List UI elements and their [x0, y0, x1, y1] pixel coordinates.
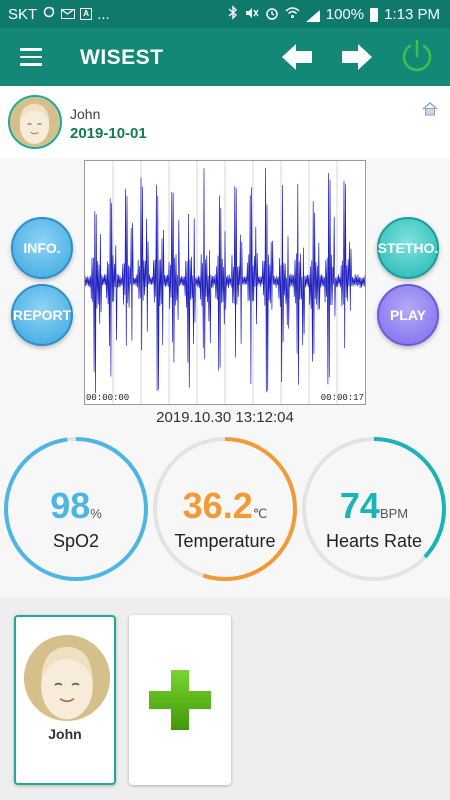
temperature-label: Temperature: [174, 531, 276, 551]
carrier-label: SKT: [8, 5, 38, 23]
stethoscope-waveform[interactable]: 00:00:00 00:00:17: [84, 160, 366, 405]
play-button[interactable]: PLAY: [377, 284, 439, 346]
app-title: WISEST: [80, 46, 164, 69]
spo2-unit: %: [90, 506, 102, 521]
stetho-button[interactable]: STETHO.: [377, 217, 439, 279]
mute-icon: [244, 6, 259, 24]
heart-rate-reading: 74BPM: [300, 485, 448, 527]
wifi-icon: [285, 6, 300, 23]
mail-icon: [61, 9, 76, 19]
sync-icon: [42, 5, 56, 23]
profile-date: 2019-10-01: [70, 125, 147, 142]
app-bar: WISEST: [0, 28, 450, 86]
waveform-start-time: 00:00:00: [86, 393, 130, 403]
heart-rate-gauge[interactable]: 74BPM Hearts Rate: [300, 435, 448, 583]
menu-icon[interactable]: [20, 48, 42, 66]
home-icon[interactable]: [422, 102, 438, 116]
report-button[interactable]: REPORT: [11, 284, 73, 346]
temperature-unit: ℃: [252, 506, 268, 521]
battery-percent: 100%: [325, 6, 365, 23]
app-notification-icon: A: [80, 8, 93, 20]
temperature-reading: 36.2℃: [151, 485, 299, 527]
spo2-gauge[interactable]: 98% SpO2: [2, 435, 150, 583]
info-button[interactable]: INFO.: [11, 217, 73, 279]
status-bar: SKT A ... 100% 1:13 PM: [0, 0, 450, 28]
heart-rate-value: 74: [339, 485, 380, 526]
recording-timestamp: 2019.10.30 13:12:04: [156, 409, 294, 426]
user-card-john[interactable]: John: [14, 615, 116, 785]
alarm-icon: [265, 6, 279, 24]
waveform-plot: [84, 161, 366, 404]
signal-icon: [305, 9, 320, 22]
temperature-gauge[interactable]: 36.2℃ Temperature: [151, 435, 299, 583]
add-user-button[interactable]: [129, 615, 231, 785]
profile-name: John: [70, 106, 101, 122]
arrow-right-icon[interactable]: [340, 42, 374, 72]
spo2-label: SpO2: [52, 531, 100, 551]
clock-time: 1:13 PM: [384, 6, 440, 23]
heart-rate-label: Hearts Rate: [325, 531, 423, 551]
more-notifications-label: ...: [97, 5, 110, 23]
user-card-name: John: [48, 726, 82, 742]
spo2-value: 98: [50, 485, 91, 526]
spo2-reading: 98%: [2, 485, 150, 527]
measurement-panel: INFO. REPORT STETHO. PLAY 00:00:00 00:00…: [0, 158, 450, 598]
waveform-end-time: 00:00:17: [320, 393, 364, 403]
battery-icon: [370, 7, 379, 22]
plus-icon: [149, 670, 211, 730]
avatar[interactable]: [8, 95, 62, 149]
heart-rate-unit: BPM: [379, 506, 409, 521]
arrow-left-icon[interactable]: [280, 42, 314, 72]
temperature-value: 36.2: [182, 485, 253, 526]
power-icon[interactable]: [398, 37, 436, 75]
user-avatar: [24, 635, 110, 721]
bluetooth-icon: [228, 5, 238, 24]
profile-header: John 2019-10-01: [0, 86, 450, 158]
user-list: John: [0, 598, 450, 800]
